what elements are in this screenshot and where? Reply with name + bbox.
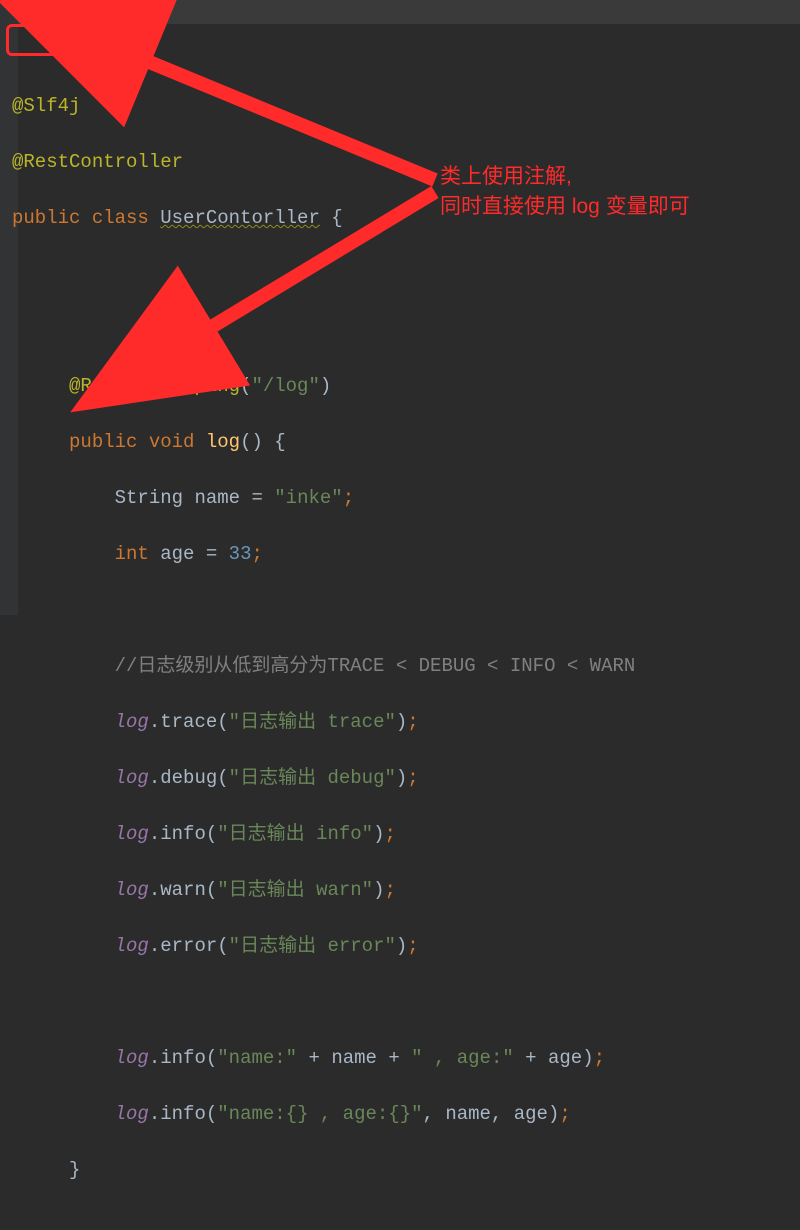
semicolon: ; (343, 487, 354, 509)
info-arg: "日志输出 info" (217, 823, 373, 845)
plus: + (297, 1047, 331, 1069)
requestmapping-path: "/log" (251, 375, 319, 397)
debug-arg: "日志输出 debug" (229, 767, 396, 789)
info-method: info (160, 1103, 206, 1125)
paren-open: ( (240, 375, 251, 397)
concat-s1: "name:" (217, 1047, 297, 1069)
eq: = (194, 543, 228, 565)
name-var-ref: name (445, 1103, 491, 1125)
format-string: "name:{} , age:{}" (217, 1103, 422, 1125)
log-var: log (115, 1047, 149, 1069)
debug-method: debug (160, 767, 217, 789)
name-value: "inke" (274, 487, 342, 509)
method-keyword: public void (69, 431, 206, 453)
warn-arg: "日志输出 warn" (217, 879, 373, 901)
lightbulb-icon[interactable] (10, 4, 24, 18)
class-name: UserContorller (160, 207, 320, 229)
code-editor[interactable]: @Slf4j @RestController public class User… (0, 0, 800, 1230)
string-type: String (115, 487, 195, 509)
name-var-ref: name (331, 1047, 377, 1069)
trace-arg: "日志输出 trace" (229, 711, 396, 733)
semicolon: ; (251, 543, 262, 565)
log-var: log (115, 1103, 149, 1125)
method-signature: () { (240, 431, 286, 453)
eq: = (240, 487, 274, 509)
error-method: error (160, 935, 217, 957)
comment-levels: //日志级别从低到高分为TRACE < DEBUG < INFO < WARN (115, 655, 636, 677)
dot: . (149, 711, 160, 733)
log-var: log (115, 767, 149, 789)
age-var: age (160, 543, 194, 565)
age-var-ref: age (514, 1103, 548, 1125)
log-var: log (115, 711, 149, 733)
warn-method: warn (160, 879, 206, 901)
annotation-slf4j: @Slf4j (12, 95, 80, 117)
log-var: log (115, 935, 149, 957)
int-type: int (115, 543, 161, 565)
class-keyword: public class (12, 207, 160, 229)
concat-s2: " , age:" (411, 1047, 514, 1069)
paren-close: ) (320, 375, 331, 397)
method-name: log (206, 431, 240, 453)
info-method: info (160, 823, 206, 845)
close-brace: } (69, 1159, 80, 1181)
log-var: log (115, 823, 149, 845)
trace-method: trace (160, 711, 217, 733)
age-var-ref: age (548, 1047, 582, 1069)
log-var: log (115, 879, 149, 901)
annotation-restcontroller: @RestController (12, 151, 183, 173)
annotation-requestmapping: @RequestMapping (69, 375, 240, 397)
class-brace: { (320, 207, 343, 229)
name-var: name (194, 487, 240, 509)
age-value: 33 (229, 543, 252, 565)
error-arg: "日志输出 error" (229, 935, 396, 957)
info-method: info (160, 1047, 206, 1069)
